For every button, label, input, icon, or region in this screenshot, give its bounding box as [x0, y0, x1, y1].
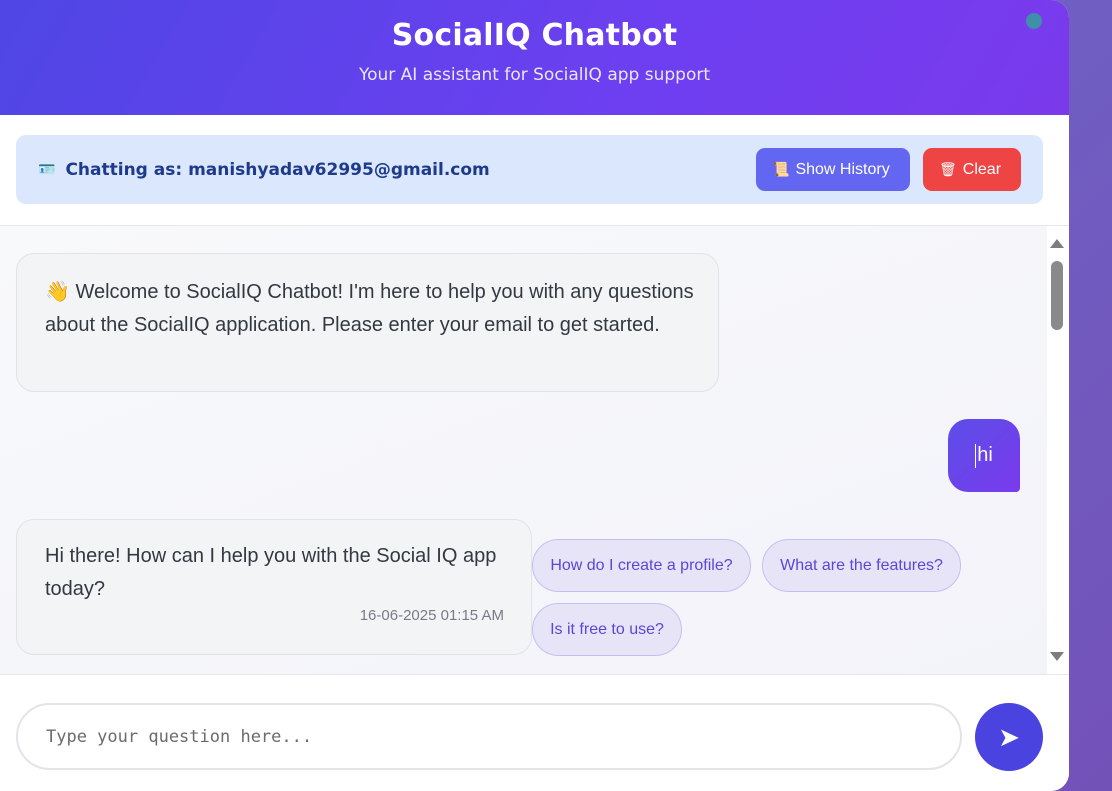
user-bar-section: 🪪 Chatting as: manishyadav62995@gmail.co…: [0, 115, 1069, 226]
send-button[interactable]: ➤: [975, 703, 1043, 771]
suggestion-chip[interactable]: What are the features?: [762, 539, 961, 592]
show-history-button[interactable]: 📜 Show History: [756, 148, 910, 191]
message-list[interactable]: 👋 Welcome to SocialIQ Chatbot! I'm here …: [0, 226, 1047, 674]
user-bar: 🪪 Chatting as: manishyadav62995@gmail.co…: [16, 135, 1043, 204]
clear-label: Clear: [962, 160, 1002, 178]
question-input[interactable]: [16, 703, 962, 770]
show-history-label: Show History: [795, 160, 890, 178]
chat-header: SocialIQ Chatbot Your AI assistant for S…: [0, 0, 1069, 115]
bot-message: Hi there! How can I help you with the So…: [16, 519, 532, 655]
message-timestamp: 16-06-2025 01:15 AM: [359, 606, 504, 624]
scroll-icon: 📜: [772, 161, 790, 177]
trash-icon: 🗑: [939, 161, 957, 177]
user-message-text: hi: [977, 444, 993, 466]
clear-button[interactable]: 🗑 Clear: [923, 148, 1021, 191]
id-card-icon: 🪪: [38, 161, 56, 178]
scroll-thumb[interactable]: [1051, 261, 1063, 330]
bot-message: 👋 Welcome to SocialIQ Chatbot! I'm here …: [16, 253, 719, 392]
chat-window: SocialIQ Chatbot Your AI assistant for S…: [0, 0, 1069, 791]
chatting-as-label: Chatting as: manishyadav62995@gmail.com: [65, 159, 490, 180]
status-indicator: [1026, 13, 1042, 29]
scroll-up-icon[interactable]: [1050, 239, 1064, 248]
text-cursor: [975, 443, 977, 468]
input-area: ➤: [0, 674, 1069, 791]
page-title: SocialIQ Chatbot: [391, 18, 678, 53]
wave-icon: 👋: [45, 281, 70, 303]
suggestion-chip[interactable]: How do I create a profile?: [532, 539, 751, 592]
bot-message-text: Welcome to SocialIQ Chatbot! I'm here to…: [45, 281, 694, 336]
user-message: hi: [948, 419, 1020, 492]
page-subtitle: Your AI assistant for SocialIQ app suppo…: [358, 65, 711, 85]
scroll-down-icon[interactable]: [1050, 652, 1064, 661]
bot-message-text: Hi there! How can I help you with the So…: [45, 545, 497, 600]
scrollbar[interactable]: [1047, 226, 1069, 674]
suggestion-chip[interactable]: Is it free to use?: [532, 603, 682, 656]
send-icon: ➤: [998, 721, 1020, 752]
